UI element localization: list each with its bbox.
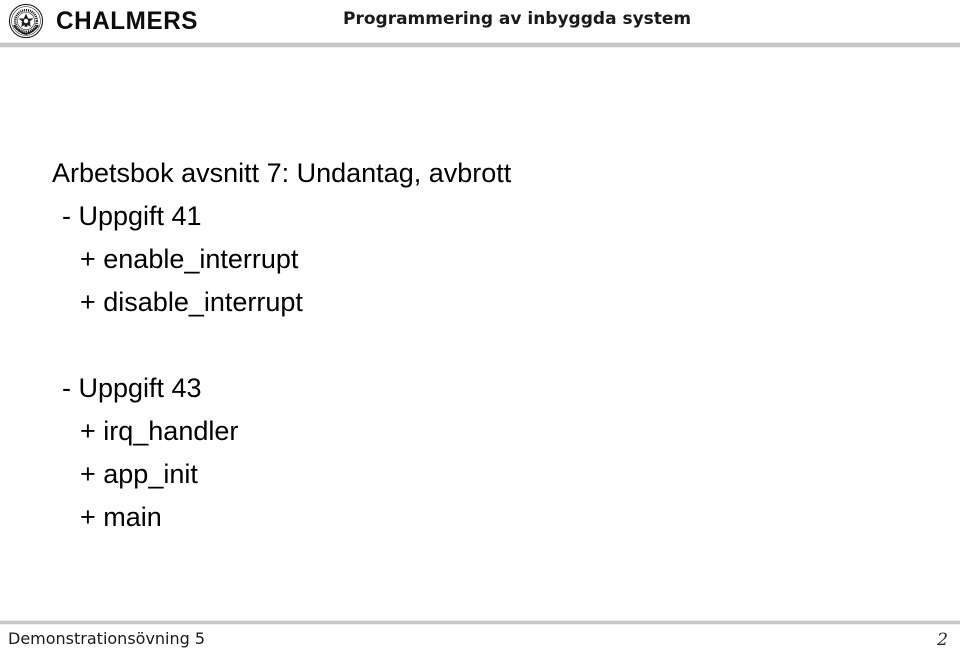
outline-line: - Uppgift 43: [62, 373, 202, 403]
outline-spacer: [52, 324, 912, 367]
chalmers-seal-icon: [8, 3, 44, 39]
presentation-slide: CHALMERS Programmering av inbyggda syste…: [0, 0, 960, 653]
slide-header: CHALMERS Programmering av inbyggda syste…: [0, 0, 960, 42]
outline-line: - Uppgift 41: [62, 201, 202, 231]
outline-line: + app_init: [80, 459, 198, 489]
outline-line: + main: [80, 502, 162, 532]
outline-line: + disable_interrupt: [80, 287, 303, 317]
outline-line: Arbetsbok avsnitt 7: Undantag, avbrott: [52, 158, 512, 188]
chalmers-wordmark: CHALMERS: [56, 6, 199, 35]
course-title: Programmering av inbyggda system: [343, 9, 692, 29]
footer-label: Demonstrationsövning 5: [8, 629, 206, 648]
outline-line: + irq_handler: [80, 416, 239, 446]
slide-footer: Demonstrationsövning 5 2: [0, 625, 960, 653]
slide-number: 2: [937, 630, 948, 650]
outline-line: + enable_interrupt: [80, 244, 299, 274]
chalmers-brand: CHALMERS: [8, 2, 202, 40]
outline-list: Arbetsbok avsnitt 7: Undantag, avbrott -…: [52, 152, 912, 539]
slide-body: Arbetsbok avsnitt 7: Undantag, avbrott -…: [0, 48, 960, 620]
